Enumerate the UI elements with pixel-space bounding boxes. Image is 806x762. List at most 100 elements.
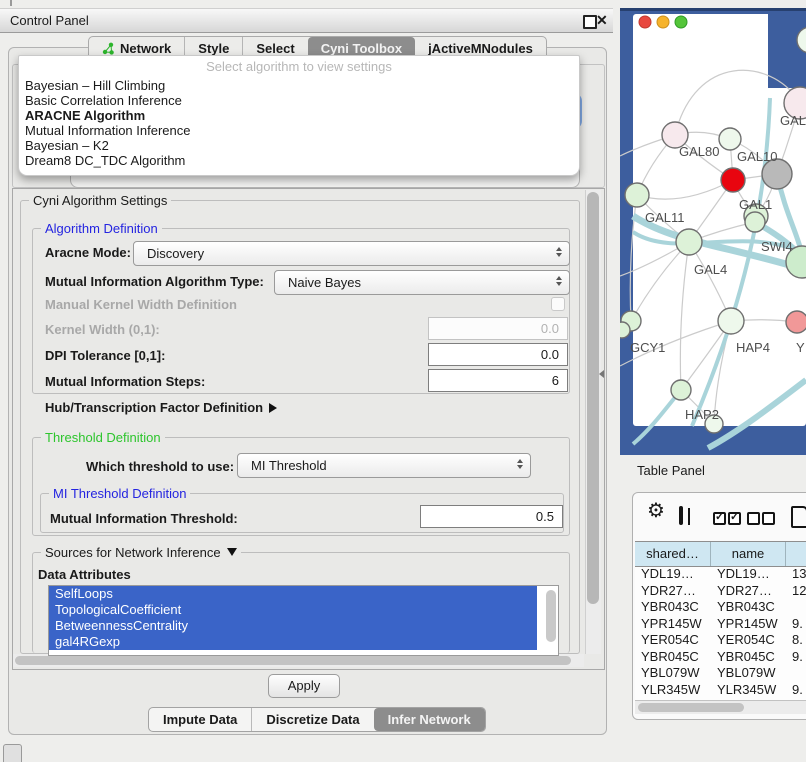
split-columns-icon[interactable]: [679, 506, 683, 525]
network-window-frame-top: [620, 8, 806, 11]
dropdown-item[interactable]: Bayesian – K2: [19, 138, 579, 153]
attribute-item[interactable]: gal4RGexp: [49, 634, 537, 650]
dpi-tolerance-field[interactable]: 0.0: [428, 343, 568, 366]
window-close-button[interactable]: [639, 16, 651, 28]
tab-select-label: Select: [256, 41, 294, 56]
table-body: YDL19…YDL19…13 YDR27…YDR27…12 YBR043CYBR…: [635, 566, 806, 700]
window-minimize-button[interactable]: [657, 16, 669, 28]
node-swi4[interactable]: [745, 212, 765, 232]
window-zoom-button[interactable]: [675, 16, 687, 28]
manual-kernel-checkbox[interactable]: [551, 297, 565, 311]
kernel-width-field[interactable]: 0.0: [428, 317, 568, 340]
table-horizontal-scrollbar[interactable]: [635, 700, 806, 714]
node-unlabeled[interactable]: [719, 128, 741, 150]
column-header-cut[interactable]: A: [786, 542, 806, 566]
horizontal-scrollbar-thumb[interactable]: [15, 656, 571, 665]
cell-shared-name: YLR345W: [635, 682, 711, 699]
tab-network-label: Network: [120, 41, 171, 56]
node-hap4[interactable]: [718, 308, 744, 334]
mi-threshold-group-title: MI Threshold Definition: [49, 486, 190, 501]
apply-button[interactable]: Apply: [268, 674, 340, 698]
column-header-name[interactable]: name: [711, 542, 786, 566]
network-view-window[interactable]: GAL GAL80 GAL10 GAL1 GAL11 SWI4 GAL4 GCY…: [620, 8, 806, 455]
deselect-checkbox-icon[interactable]: [762, 512, 775, 525]
data-attributes-list: SelfLoops TopologicalCoefficient Between…: [48, 585, 559, 656]
which-threshold-combobox[interactable]: MI Threshold: [237, 453, 531, 478]
node-label: GAL4: [694, 262, 727, 277]
hub-definition-label: Hub/Transcription Factor Definition: [45, 400, 263, 415]
dropdown-item[interactable]: Mutual Information Inference: [19, 123, 579, 138]
tab-infer-network[interactable]: Infer Network: [374, 708, 485, 731]
node-label: GCY1: [630, 340, 665, 355]
table-horizontal-scrollbar-thumb[interactable]: [638, 703, 744, 712]
cell-value: [786, 599, 792, 616]
table-row[interactable]: YER054CYER054C8.: [635, 632, 806, 649]
cell-shared-name: YBR045C: [635, 649, 711, 666]
column-header-shared[interactable]: shared…: [635, 542, 711, 566]
dropdown-item-selected[interactable]: ARACNE Algorithm: [19, 108, 579, 123]
node-selected-red[interactable]: [721, 168, 745, 192]
attribute-item[interactable]: TopologicalCoefficient: [49, 602, 537, 618]
table-header-row: shared… name A: [635, 541, 806, 567]
close-panel-icon[interactable]: ✕: [596, 10, 608, 31]
combo-stepper-icon: [556, 247, 562, 257]
attribute-item[interactable]: SelfLoops: [49, 586, 537, 602]
node-label: GAL10: [737, 149, 777, 164]
node-cut-left[interactable]: [620, 322, 630, 338]
cell-value: 9.: [786, 616, 803, 633]
top-edge-artifact: [10, 0, 12, 6]
attribute-list-scrollbar-thumb[interactable]: [546, 590, 556, 642]
dropdown-item[interactable]: Bayesian – Hill Climbing: [19, 78, 579, 93]
aracne-mode-combobox[interactable]: Discovery: [133, 241, 570, 266]
hub-definition-toggle[interactable]: Hub/Transcription Factor Definition: [45, 400, 277, 415]
mi-algorithm-type-combobox[interactable]: Naive Bayes: [274, 270, 570, 295]
table-row[interactable]: YDL19…YDL19…13: [635, 566, 806, 583]
cell-shared-name: YPR145W: [635, 616, 711, 633]
table-settings-gear-icon[interactable]: ⚙: [647, 499, 665, 523]
collapsed-panel-button[interactable]: [3, 744, 22, 762]
file-icon[interactable]: [791, 506, 806, 528]
mi-steps-field[interactable]: 6: [428, 369, 568, 392]
table-row[interactable]: YPR145WYPR145W9.: [635, 616, 806, 633]
cell-name: YPR145W: [711, 616, 786, 633]
select-all-checkbox-icon[interactable]: ✓: [713, 512, 726, 525]
tab-jactivemnodules-label: jActiveMNodules: [428, 41, 533, 56]
dropdown-item[interactable]: Dream8 DC_TDC Algorithm: [19, 153, 579, 168]
vertical-scrollbar[interactable]: [585, 190, 601, 654]
node-hap2[interactable]: [671, 380, 691, 400]
node-y-cut[interactable]: [786, 311, 806, 333]
vertical-scrollbar-thumb[interactable]: [587, 192, 599, 604]
attribute-list-scrollbar[interactable]: [545, 587, 557, 653]
tab-discretize-data[interactable]: Discretize Data: [251, 708, 373, 731]
combo-stepper-icon: [517, 459, 523, 469]
cell-name: YBR045C: [711, 649, 786, 666]
node-label: GAL11: [645, 210, 685, 225]
node-label: HAP2: [685, 407, 719, 422]
bottom-tabstrip: Impute Data Discretize Data Infer Networ…: [148, 707, 486, 732]
table-row[interactable]: YBR043CYBR043C: [635, 599, 806, 616]
mi-threshold-field[interactable]: 0.5: [420, 505, 563, 528]
cell-shared-name: YDR27…: [635, 583, 711, 600]
tab-style-label: Style: [198, 41, 229, 56]
node-gal4[interactable]: [676, 229, 702, 255]
panel-divider-collapse-icon[interactable]: [599, 370, 604, 378]
cell-name: YDL19…: [711, 566, 786, 583]
dpi-tolerance-label: DPI Tolerance [0,1]:: [45, 348, 165, 363]
select-all-checkbox-icon[interactable]: ✓: [728, 512, 741, 525]
sources-group-title[interactable]: Sources for Network Inference: [41, 545, 241, 560]
float-window-icon[interactable]: [583, 15, 597, 29]
dropdown-item[interactable]: Basic Correlation Inference: [19, 93, 579, 108]
collapse-arrow-icon: [227, 548, 237, 556]
cell-shared-name: YDL19…: [635, 566, 711, 583]
table-row[interactable]: YBL079WYBL079W: [635, 665, 806, 682]
cell-value: [786, 665, 792, 682]
tab-impute-data[interactable]: Impute Data: [149, 708, 251, 731]
table-row[interactable]: YLR345WYLR345W9.: [635, 682, 806, 699]
table-row[interactable]: YDR27…YDR27…12: [635, 583, 806, 600]
node-label: GAL1: [739, 197, 772, 212]
attribute-item[interactable]: BetweennessCentrality: [49, 618, 537, 634]
cell-name: YDR27…: [711, 583, 786, 600]
table-row[interactable]: YBR045CYBR045C9.: [635, 649, 806, 666]
deselect-checkbox-icon[interactable]: [747, 512, 760, 525]
node-gal11[interactable]: [625, 183, 649, 207]
